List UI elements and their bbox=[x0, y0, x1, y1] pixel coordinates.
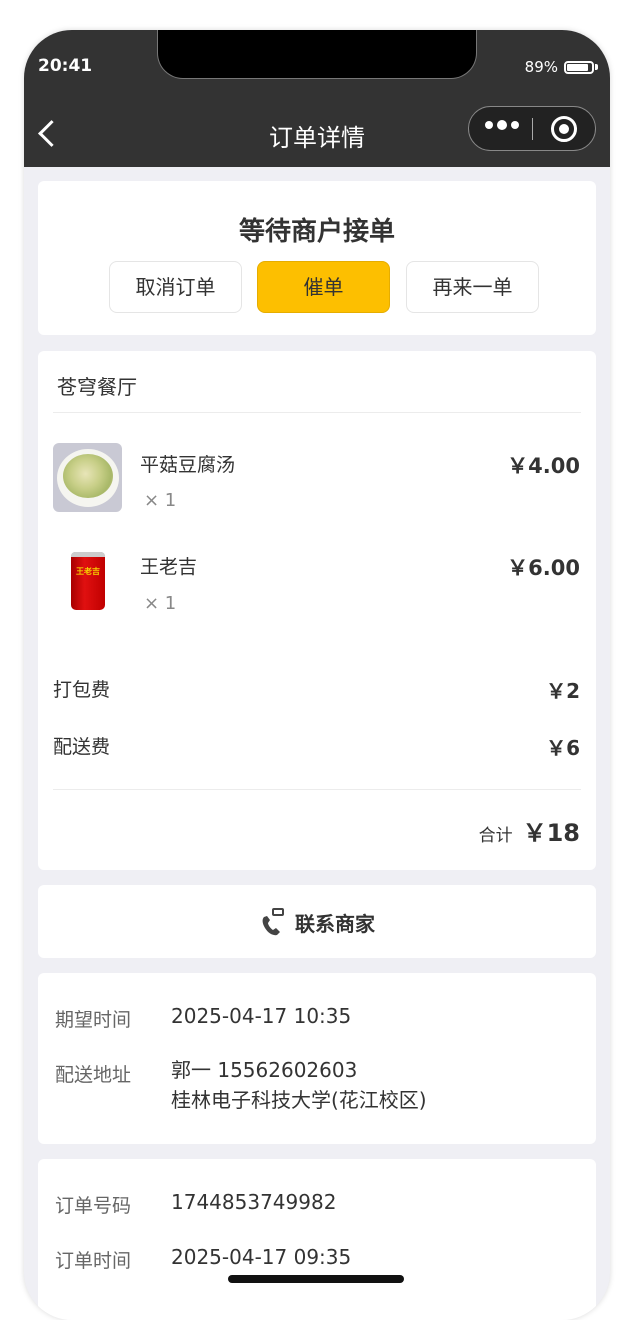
total-value: ￥18 bbox=[522, 819, 580, 847]
delivery-fee-label: 配送费 bbox=[53, 736, 111, 758]
home-indicator bbox=[228, 1275, 404, 1283]
battery-fill bbox=[567, 63, 589, 71]
order-info-card: 订单号码 1744853749982 订单时间 2025-04-17 09:35 bbox=[38, 1159, 596, 1320]
battery-cap bbox=[595, 64, 598, 70]
delivery-address-label: 配送地址 bbox=[55, 1064, 132, 1086]
item-name: 王老吉 bbox=[140, 556, 198, 578]
contact-merchant-label: 联系商家 bbox=[295, 911, 375, 936]
delivery-info-card: 期望时间 2025-04-17 10:35 配送地址 郭一 1556260260… bbox=[38, 973, 596, 1144]
battery-icon bbox=[564, 60, 594, 74]
item-quantity: × 1 bbox=[144, 490, 177, 511]
total-label: 合计 bbox=[478, 826, 513, 846]
item-image-soup bbox=[53, 443, 122, 512]
item-image-can: 王老吉 bbox=[53, 546, 122, 615]
can-label: 王老吉 bbox=[76, 566, 100, 576]
item-name: 平菇豆腐汤 bbox=[140, 454, 236, 476]
item-quantity: × 1 bbox=[144, 593, 177, 614]
order-number-value: 1744853749982 bbox=[171, 1190, 337, 1214]
contact-merchant-content: 联系商家 bbox=[38, 907, 596, 937]
battery-percent: 89% bbox=[524, 58, 558, 76]
packing-fee-value: ￥2 bbox=[546, 679, 580, 703]
expected-time-label: 期望时间 bbox=[55, 1009, 132, 1031]
camera-notch bbox=[157, 30, 477, 79]
mini-program-capsule bbox=[468, 106, 596, 151]
order-items-card: 苍穹餐厅 平菇豆腐汤 × 1 ￥4.00 王老吉 王老吉 × 1 ￥6.00 打… bbox=[38, 351, 596, 870]
reorder-button[interactable]: 再来一单 bbox=[406, 261, 539, 313]
item-price: ￥6.00 bbox=[507, 556, 580, 580]
order-status-card: 等待商户接单 取消订单 催单 再来一单 bbox=[38, 181, 596, 335]
divider bbox=[53, 789, 581, 790]
status-time: 20:41 bbox=[38, 56, 93, 76]
more-menu-icon[interactable] bbox=[485, 120, 519, 130]
cancel-order-button[interactable]: 取消订单 bbox=[109, 261, 242, 313]
order-number-label: 订单号码 bbox=[55, 1195, 132, 1217]
order-total: 合计 ￥18 bbox=[479, 813, 580, 848]
phone-frame: 20:41 89% 订单详情 等待商户接单 取消订单 催单 再来一单 苍穹餐厅 bbox=[24, 30, 610, 1320]
urge-order-button[interactable]: 催单 bbox=[257, 261, 390, 313]
close-miniprogram-icon[interactable] bbox=[551, 116, 577, 142]
capsule-divider bbox=[532, 118, 533, 140]
divider bbox=[53, 412, 581, 413]
delivery-address-value: 桂林电子科技大学(花江校区) bbox=[171, 1088, 427, 1112]
delivery-fee-value: ￥6 bbox=[546, 736, 580, 760]
order-status-title: 等待商户接单 bbox=[238, 217, 395, 247]
contact-merchant-button[interactable]: 联系商家 bbox=[38, 885, 596, 958]
order-time-label: 订单时间 bbox=[55, 1250, 132, 1272]
delivery-contact-value: 郭一 15562602603 bbox=[171, 1058, 358, 1082]
expected-time-value: 2025-04-17 10:35 bbox=[171, 1004, 352, 1028]
header-bar: 20:41 89% 订单详情 bbox=[24, 30, 610, 167]
battery-indicator: 89% bbox=[525, 58, 598, 76]
shop-name[interactable]: 苍穹餐厅 bbox=[57, 371, 137, 400]
order-time-value: 2025-04-17 09:35 bbox=[171, 1245, 352, 1269]
packing-fee-label: 打包费 bbox=[53, 679, 111, 701]
phone-call-icon bbox=[262, 908, 284, 936]
item-price: ￥4.00 bbox=[507, 454, 580, 478]
